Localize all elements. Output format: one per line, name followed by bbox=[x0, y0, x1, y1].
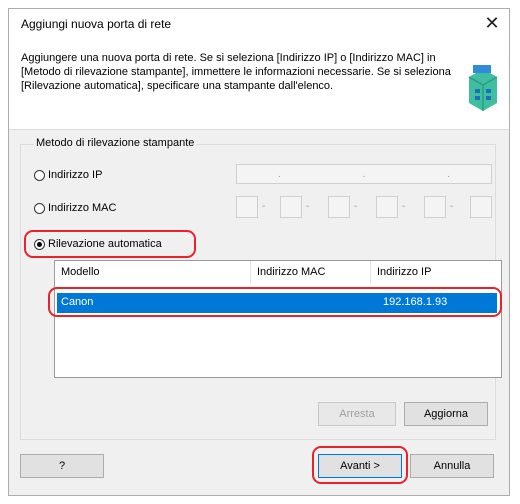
dialog-description: Aggiungere una nuova porta di rete. Se s… bbox=[21, 52, 451, 92]
printer-icon bbox=[468, 65, 498, 111]
mac-separator: - bbox=[402, 201, 406, 212]
ip-dot: . bbox=[362, 168, 366, 180]
mac-input-5[interactable] bbox=[424, 196, 446, 218]
dialog-header: Aggiungere una nuova porta di rete. Se s… bbox=[9, 37, 509, 130]
radio-button[interactable] bbox=[34, 202, 45, 214]
stop-button[interactable]: Arresta bbox=[318, 402, 396, 426]
mac-separator: - bbox=[450, 201, 454, 212]
column-header-mac[interactable]: Indirizzo MAC bbox=[251, 261, 371, 283]
radio-button[interactable] bbox=[34, 169, 45, 181]
cancel-button[interactable]: Annulla bbox=[410, 454, 494, 478]
ip-dot: . bbox=[277, 168, 281, 180]
ip-address-input[interactable]: . . . bbox=[236, 164, 492, 184]
mac-separator: - bbox=[262, 201, 266, 212]
title-bar: Aggiungi nuova porta di rete ✕ bbox=[9, 9, 509, 37]
detection-method-label: Metodo di rilevazione stampante bbox=[34, 137, 197, 149]
printer-list[interactable]: Modello Indirizzo MAC Indirizzo IP Canon… bbox=[54, 260, 502, 378]
mac-separator: - bbox=[306, 201, 310, 212]
column-header-model[interactable]: Modello bbox=[55, 261, 251, 283]
mac-input-4[interactable] bbox=[376, 196, 398, 218]
refresh-button[interactable]: Aggiorna bbox=[404, 402, 488, 426]
radio-label: Indirizzo IP bbox=[48, 169, 103, 181]
mac-input-2[interactable] bbox=[280, 196, 302, 218]
radio-mac-address[interactable]: Indirizzo MAC bbox=[34, 202, 116, 214]
column-header-ip[interactable]: Indirizzo IP bbox=[371, 261, 501, 283]
mac-separator: - bbox=[354, 201, 358, 212]
radio-label: Indirizzo MAC bbox=[48, 202, 117, 214]
mac-input-6[interactable] bbox=[470, 196, 492, 218]
dialog-title: Aggiungi nuova porta di rete bbox=[21, 17, 172, 31]
radio-ip-address[interactable]: Indirizzo IP bbox=[34, 169, 102, 181]
ip-dot: . bbox=[447, 168, 451, 180]
mac-input-1[interactable] bbox=[236, 196, 258, 218]
help-button[interactable]: ? bbox=[20, 454, 104, 478]
highlight-next-button bbox=[312, 446, 408, 484]
highlight-auto-detection bbox=[24, 230, 196, 258]
highlight-selected-printer bbox=[48, 287, 502, 317]
close-icon[interactable]: ✕ bbox=[475, 9, 509, 37]
mac-input-3[interactable] bbox=[328, 196, 350, 218]
